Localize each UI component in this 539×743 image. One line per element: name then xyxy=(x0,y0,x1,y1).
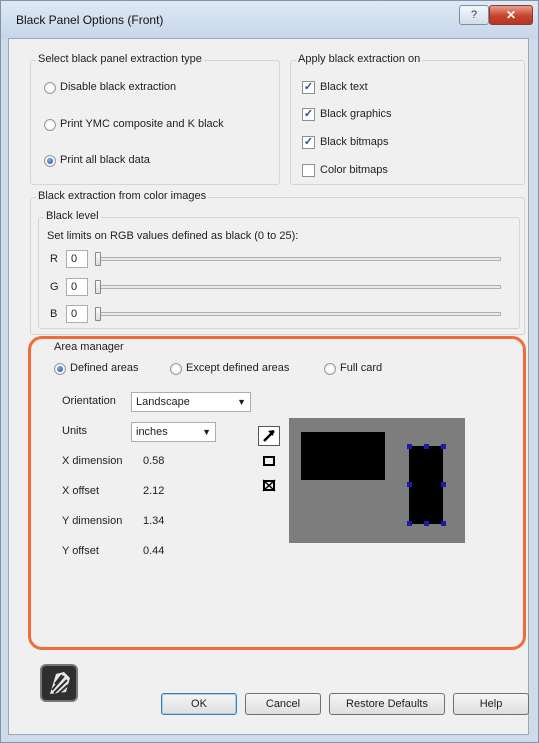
x-dimension-value: 0.58 xyxy=(143,455,165,467)
rectangle-icon[interactable] xyxy=(258,453,280,473)
y-offset-value: 0.44 xyxy=(143,545,165,557)
radio-defined-areas[interactable] xyxy=(54,363,66,375)
radio-label: Defined areas xyxy=(70,362,139,374)
checkbox-label: Color bitmaps xyxy=(320,164,388,176)
b-slider-thumb[interactable] xyxy=(95,307,101,321)
title-help-button[interactable]: ? xyxy=(459,5,489,25)
r-value-input[interactable]: 0 xyxy=(66,250,88,268)
zebra-logo-icon xyxy=(40,664,78,702)
cancel-button[interactable]: Cancel xyxy=(245,693,321,715)
delete-area-icon[interactable] xyxy=(258,477,280,497)
channel-label-b: B xyxy=(50,308,58,320)
black-level-instruction: Set limits on RGB values defined as blac… xyxy=(47,230,299,242)
color-images-title: Black extraction from color images xyxy=(36,190,209,202)
checkbox-color-bitmaps[interactable] xyxy=(302,164,315,177)
units-select[interactable]: inches ▼ xyxy=(131,422,216,442)
resize-handle[interactable] xyxy=(441,521,446,526)
close-button[interactable]: ✕ xyxy=(489,5,533,25)
radio-label: Disable black extraction xyxy=(60,81,177,93)
black-level-title: Black level xyxy=(44,210,101,222)
restore-defaults-button[interactable]: Restore Defaults xyxy=(329,693,445,715)
field-label: Y dimension xyxy=(62,515,123,527)
field-label: X dimension xyxy=(62,455,123,467)
area-manager-title: Area manager xyxy=(54,341,124,353)
checkbox-label: Black text xyxy=(320,81,368,93)
resize-handle[interactable] xyxy=(407,521,412,526)
g-value-input[interactable]: 0 xyxy=(66,278,88,296)
radio-except-defined-areas[interactable] xyxy=(170,363,182,375)
resize-handle[interactable] xyxy=(407,482,412,487)
checkbox-label: Black graphics xyxy=(320,108,392,120)
radio-disable-black-extraction[interactable] xyxy=(44,82,56,94)
ok-button[interactable]: OK xyxy=(161,693,237,715)
radio-label: Print YMC composite and K black xyxy=(60,118,224,130)
radio-label: Print all black data xyxy=(60,154,150,166)
resize-handle[interactable] xyxy=(441,444,446,449)
b-slider-track[interactable] xyxy=(96,312,501,316)
radio-label: Full card xyxy=(340,362,383,374)
radio-label: Except defined areas xyxy=(186,362,290,374)
orientation-value: Landscape xyxy=(136,396,190,408)
units-label: Units xyxy=(62,425,88,437)
x-offset-value: 2.12 xyxy=(143,485,165,497)
y-dimension-value: 1.34 xyxy=(143,515,165,527)
field-label: X offset xyxy=(62,485,100,497)
help-button[interactable]: Help xyxy=(453,693,529,715)
radio-full-card[interactable] xyxy=(324,363,336,375)
resize-handle[interactable] xyxy=(424,444,429,449)
channel-label-g: G xyxy=(50,281,59,293)
field-label: Y offset xyxy=(62,545,99,557)
r-slider-thumb[interactable] xyxy=(95,252,101,266)
channel-label-r: R xyxy=(50,253,58,265)
resize-handle[interactable] xyxy=(407,444,412,449)
orientation-label: Orientation xyxy=(62,395,116,407)
g-slider-thumb[interactable] xyxy=(95,280,101,294)
radio-print-ymc-composite[interactable] xyxy=(44,119,56,131)
orientation-select[interactable]: Landscape ▼ xyxy=(131,392,251,412)
resize-handle[interactable] xyxy=(424,521,429,526)
checkbox-black-graphics[interactable]: ✓ xyxy=(302,108,315,121)
apply-on-title: Apply black extraction on xyxy=(296,53,423,65)
checkbox-label: Black bitmaps xyxy=(320,136,389,148)
resize-handle[interactable] xyxy=(441,482,446,487)
chevron-down-icon: ▼ xyxy=(237,397,246,407)
extraction-type-title: Select black panel extraction type xyxy=(36,53,204,65)
preview-area-1[interactable] xyxy=(301,432,385,480)
checkbox-black-text[interactable]: ✓ xyxy=(302,81,315,94)
window-title: Black Panel Options (Front) xyxy=(16,13,164,27)
radio-print-all-black[interactable] xyxy=(44,155,56,167)
preview-area-2-selected[interactable] xyxy=(409,446,443,524)
title-bar: Black Panel Options (Front) ? ✕ xyxy=(1,1,538,39)
units-value: inches xyxy=(136,426,168,438)
g-slider-track[interactable] xyxy=(96,285,501,289)
checkbox-black-bitmaps[interactable]: ✓ xyxy=(302,136,315,149)
r-slider-track[interactable] xyxy=(96,257,501,261)
chevron-down-icon: ▼ xyxy=(202,427,211,437)
pointer-arrow-icon[interactable] xyxy=(258,426,280,446)
card-preview[interactable] xyxy=(289,418,465,543)
b-value-input[interactable]: 0 xyxy=(66,305,88,323)
